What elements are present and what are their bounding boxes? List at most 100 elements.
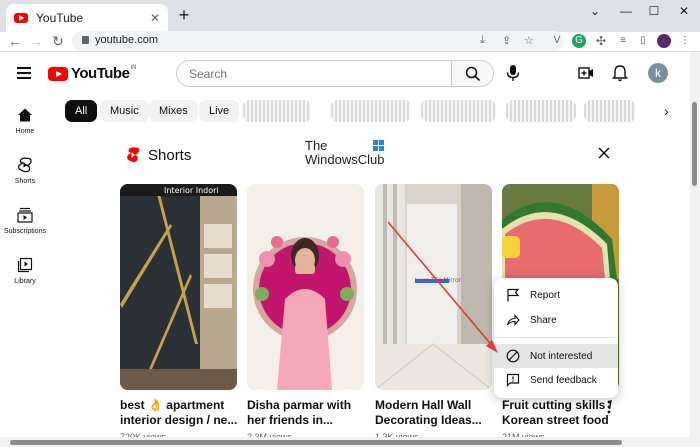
- menu-item-label: Share: [530, 314, 557, 326]
- maximize-button[interactable]: ☐: [646, 4, 662, 18]
- chip-music[interactable]: Music: [100, 100, 149, 122]
- share-icon: [506, 314, 520, 326]
- sidebar-item-library[interactable]: Library: [0, 257, 50, 285]
- search-box[interactable]: [176, 60, 451, 87]
- short-title-line: Disha parmar with: [247, 398, 352, 412]
- sidebar-item-label: Shorts: [14, 178, 36, 185]
- hamburger-menu-icon[interactable]: [17, 67, 31, 79]
- short-title-line: her friends in...: [247, 413, 334, 427]
- woman-thumbnail-image: [247, 184, 364, 390]
- address-url: youtube.com: [95, 34, 158, 46]
- hall-thumbnail-image: Luxe Tile Mirror: [375, 184, 492, 390]
- windows-logo-icon: [373, 140, 384, 151]
- side-panel-icon[interactable]: ▯: [636, 34, 650, 48]
- short-title[interactable]: best 👌 apartment interior design / ne...: [120, 398, 245, 428]
- youtube-play-icon: [48, 66, 68, 81]
- more-actions-icon[interactable]: [604, 400, 614, 414]
- youtube-favicon-icon: [14, 13, 28, 23]
- home-icon: [18, 108, 32, 122]
- sidebar-item-home[interactable]: Home: [0, 107, 50, 135]
- shorts-icon: [17, 157, 32, 173]
- watermark-logo: The WindowsClub: [305, 139, 384, 167]
- menu-item-label: Report: [530, 289, 561, 301]
- short-thumbnail[interactable]: Luxe Tile Mirror: [375, 184, 492, 390]
- country-code: IN: [130, 65, 137, 71]
- forward-icon[interactable]: →: [28, 33, 44, 49]
- chip-blurred[interactable]: [584, 100, 636, 122]
- reload-icon[interactable]: ↻: [50, 33, 66, 50]
- profile-avatar-icon[interactable]: [657, 34, 671, 48]
- extension-v-icon[interactable]: V: [550, 34, 564, 48]
- youtube-logo[interactable]: YouTube IN: [48, 65, 136, 82]
- close-window-button[interactable]: ✕: [676, 4, 692, 18]
- notifications-bell-icon[interactable]: [612, 64, 628, 82]
- address-bar[interactable]: youtube.com ⤓ ⇪ ☆: [72, 31, 564, 51]
- browser-menu-icon[interactable]: ⋮: [678, 34, 692, 48]
- grammarly-icon[interactable]: G: [572, 34, 586, 48]
- vertical-scrollbar[interactable]: [690, 52, 700, 447]
- reading-list-icon[interactable]: ≡: [616, 34, 630, 48]
- sidebar-item-label: Subscriptions: [3, 228, 47, 235]
- chevron-right-icon[interactable]: ›: [664, 103, 669, 119]
- chip-mixes[interactable]: Mixes: [149, 100, 198, 122]
- tab-search-icon[interactable]: ⌄: [587, 4, 603, 18]
- thumbnail-overlay-text: Interior Indori: [164, 186, 219, 195]
- horizontal-scrollbar[interactable]: [0, 437, 690, 447]
- library-icon: [17, 257, 33, 273]
- short-thumbnail[interactable]: Interior Indori: [120, 184, 237, 390]
- menu-item-not-interested[interactable]: Not interested: [494, 344, 618, 368]
- scrollbar-thumb[interactable]: [692, 102, 697, 186]
- scrollbar-thumb[interactable]: [10, 440, 622, 445]
- menu-item-share[interactable]: Share: [494, 308, 618, 332]
- shorts-logo-icon: [127, 147, 140, 163]
- chip-blurred[interactable]: [506, 100, 576, 122]
- chip-blurred[interactable]: [243, 100, 311, 122]
- flag-icon: [507, 288, 520, 302]
- minimize-button[interactable]: —: [618, 4, 634, 18]
- extensions-puzzle-icon[interactable]: ✣: [594, 34, 608, 48]
- search-icon: [465, 66, 481, 82]
- chip-all[interactable]: All: [65, 100, 98, 122]
- short-title-line: best 👌 apartment: [120, 398, 225, 412]
- subscriptions-icon: [17, 207, 33, 223]
- close-icon[interactable]: [597, 146, 611, 160]
- back-icon[interactable]: ←: [7, 33, 23, 49]
- short-title[interactable]: Modern Hall Wall Decorating Ideas...: [375, 398, 500, 428]
- interior-thumbnail-image: Interior Indori: [120, 184, 237, 390]
- sidebar-item-subscriptions[interactable]: Subscriptions: [0, 207, 50, 235]
- bookmark-star-icon[interactable]: ☆: [524, 34, 534, 47]
- menu-item-label: Not interested: [530, 350, 593, 362]
- logo-wordmark: YouTube: [71, 65, 130, 82]
- thumbnail-overlay-text: Luxe Tile Mirror: [415, 277, 462, 284]
- search-input[interactable]: [189, 61, 439, 86]
- chip-blurred[interactable]: [331, 100, 411, 122]
- menu-divider: [494, 337, 618, 338]
- create-video-icon[interactable]: [578, 66, 594, 80]
- sidebar-item-shorts[interactable]: Shorts: [0, 157, 50, 185]
- install-app-icon[interactable]: ⤓: [480, 34, 485, 47]
- shorts-shelf-title: Shorts: [148, 147, 192, 164]
- block-icon: [506, 349, 520, 363]
- chip-live[interactable]: Live: [199, 100, 240, 122]
- short-context-menu: Report Share Not interested Send feedbac…: [494, 278, 618, 398]
- chip-blurred[interactable]: [421, 100, 496, 122]
- short-title-line: Korean street food: [502, 413, 609, 427]
- new-tab-button[interactable]: +: [175, 6, 193, 24]
- short-title-line: Modern Hall Wall: [375, 398, 472, 412]
- share-page-icon[interactable]: ⇪: [502, 34, 511, 47]
- tab-close-icon[interactable]: ✕: [150, 11, 160, 25]
- lock-icon: [82, 36, 89, 44]
- browser-tab[interactable]: YouTube ✕: [6, 4, 168, 32]
- search-button[interactable]: [451, 60, 494, 87]
- menu-item-report[interactable]: Report: [494, 283, 618, 307]
- short-title-line: interior design / ne...: [120, 413, 238, 427]
- sidebar-item-label: Library: [14, 278, 36, 285]
- short-thumbnail[interactable]: [247, 184, 364, 390]
- watermark-line2: WindowsClub: [305, 152, 385, 167]
- account-avatar[interactable]: k: [648, 63, 668, 83]
- sidebar-item-label: Home: [15, 128, 35, 135]
- short-title-line: Decorating Ideas...: [375, 413, 482, 427]
- microphone-icon[interactable]: [505, 64, 521, 82]
- short-title[interactable]: Disha parmar with her friends in...: [247, 398, 372, 428]
- menu-item-send-feedback[interactable]: Send feedback: [494, 368, 618, 392]
